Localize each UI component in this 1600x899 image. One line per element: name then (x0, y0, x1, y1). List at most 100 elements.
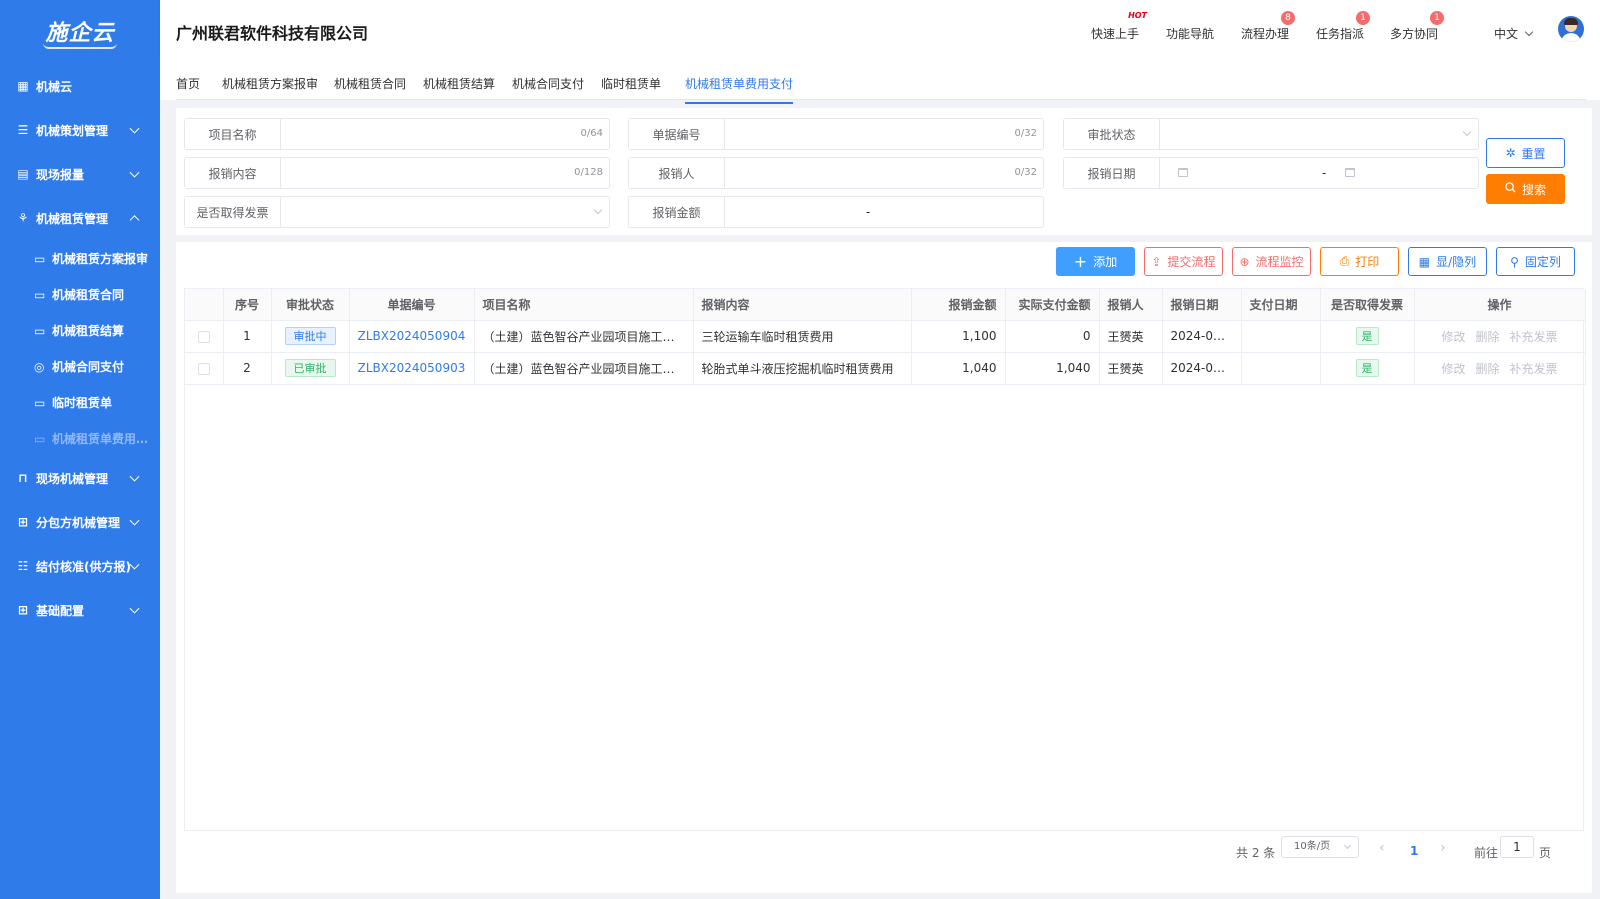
amount-cell: 1,040 (911, 352, 1006, 385)
invoice-badge: 是 (1355, 359, 1379, 377)
approval-status-label: 审批状态 (1064, 119, 1160, 149)
tab-temp-rental[interactable]: 临时租赁单 (601, 75, 661, 92)
logo[interactable]: 施企云 (0, 0, 160, 64)
doc-search-icon: ▭ (34, 432, 46, 446)
invoice-select[interactable] (281, 197, 609, 227)
fix-columns-button[interactable]: ⚲ 固定列 (1496, 247, 1575, 276)
delete-action[interactable]: 删除 (1475, 362, 1499, 376)
edit-action[interactable]: 修改 (1441, 330, 1465, 344)
sidebar-subitem-label: 机械合同支付 (52, 359, 125, 374)
add-invoice-action[interactable]: 补充发票 (1510, 362, 1558, 376)
add-invoice-action[interactable]: 补充发票 (1510, 330, 1558, 344)
project-name-label: 项目名称 (185, 119, 281, 149)
reimburser-input[interactable]: 0/32 (725, 158, 1043, 188)
header-project: 项目名称 (474, 289, 694, 321)
table-row: 1 审批中 ZLBX2024050904 （土建）蓝色智谷产业园项目施工总承包工… (185, 320, 1586, 353)
tab-rental-fee-payment[interactable]: 机械租赁单费用支付 (685, 75, 794, 104)
sidebar-subitem[interactable]: ▭ 临时租赁单 (0, 384, 160, 420)
nav-task-assign-label: 任务指派 (1316, 27, 1365, 41)
reset-label: 重置 (1521, 146, 1546, 161)
sidebar-item[interactable]: ▦ 机械云 (0, 64, 160, 108)
header-pay-date: 支付日期 (1241, 289, 1321, 321)
doc-no-field: 单据编号 0/32 (628, 118, 1044, 150)
actions-cell: 修改 删除 补充发票 (1414, 320, 1586, 353)
nav-quick-start[interactable]: 快速上手 HOT (1091, 11, 1147, 42)
sidebar-item[interactable]: ☷ 结付核准(供方报) (0, 544, 160, 588)
page-number[interactable]: 1 (1410, 844, 1418, 858)
doc-no-link[interactable]: ZLBX2024050904 (358, 329, 466, 343)
sidebar-item[interactable]: ⊞ 基础配置 (0, 588, 160, 632)
header-actions: 操作 (1414, 289, 1586, 321)
print-button[interactable]: ⎙ 打印 (1320, 247, 1399, 276)
delete-action[interactable]: 删除 (1475, 330, 1499, 344)
monitor-label: 流程监控 (1255, 255, 1304, 269)
task-badge: 1 (1356, 11, 1371, 25)
sidebar-item[interactable]: ⊞ 分包方机械管理 (0, 500, 160, 544)
language-select[interactable]: 中文 (1494, 25, 1534, 42)
next-page-button[interactable]: › (1440, 840, 1446, 856)
nav-task-assign[interactable]: 任务指派 1 (1316, 11, 1371, 42)
toggle-columns-button[interactable]: ▦ 显/隐列 (1408, 247, 1487, 276)
row-checkbox[interactable] (197, 330, 210, 343)
sidebar-item[interactable]: ▤ 现场报量 (0, 152, 160, 196)
date-cell: 2024-05-22 (1162, 352, 1242, 385)
prev-page-button[interactable]: ‹ (1379, 840, 1385, 856)
content-input[interactable]: 0/128 (281, 158, 609, 188)
date-range-picker[interactable]: - (1160, 158, 1478, 188)
sidebar-item[interactable]: ⊓ 现场机械管理 (0, 456, 160, 500)
card-icon: ▭ (34, 396, 46, 410)
data-table: 序号 审批状态 单据编号 项目名称 报销内容 报销金额 实际支付金额 报销人 报… (184, 288, 1586, 831)
goto-page-input[interactable]: 1 (1500, 836, 1534, 858)
nav-function-guide-label: 功能导航 (1166, 27, 1215, 41)
nav-process[interactable]: 流程办理 8 (1241, 11, 1296, 42)
page-size-select[interactable]: 10条/页 (1281, 836, 1359, 858)
chevron-down-icon (129, 123, 140, 134)
project-name-input[interactable]: 0/64 (281, 119, 609, 149)
project-name-count: 0/64 (580, 128, 603, 139)
sidebar-subitem[interactable]: ▭ 机械租赁单费用支付 (0, 420, 160, 456)
sidebar-subitem[interactable]: ▭ 机械租赁结算 (0, 312, 160, 348)
process-monitor-button[interactable]: ⊕ 流程监控 (1232, 247, 1311, 276)
doc-no-input[interactable]: 0/32 (725, 119, 1043, 149)
add-button[interactable]: + 添加 (1056, 247, 1135, 276)
status-badge: 已审批 (284, 359, 336, 377)
tab-rental-settlement[interactable]: 机械租赁结算 (423, 75, 495, 92)
sidebar-subitem-label: 临时租赁单 (52, 395, 113, 410)
tab-contract-payment[interactable]: 机械合同支付 (512, 75, 584, 92)
nav-quick-start-label: 快速上手 (1091, 27, 1140, 41)
edit-action[interactable]: 修改 (1441, 362, 1465, 376)
sidebar-subitem[interactable]: ▭ 机械租赁合同 (0, 276, 160, 312)
doc-no-link[interactable]: ZLBX2024050903 (358, 361, 466, 375)
machine-icon: ⊞ (17, 515, 29, 529)
project-cell: （土建）蓝色智谷产业园项目施工总承包工程 (474, 352, 694, 385)
submit-process-button[interactable]: ⇪ 提交流程 (1144, 247, 1223, 276)
person-cell: 王赟英 (1099, 320, 1163, 353)
tab-rental-plan[interactable]: 机械租赁方案报审 (222, 75, 318, 92)
sidebar-item[interactable]: ⚘ 机械租赁管理 (0, 196, 160, 240)
submit-label: 提交流程 (1167, 255, 1216, 269)
header-index: 序号 (223, 289, 272, 321)
date-field: 报销日期 - (1063, 157, 1479, 189)
pay-date-cell (1241, 352, 1321, 385)
nav-function-guide[interactable]: 功能导航 (1166, 25, 1214, 42)
amount-range-input[interactable]: - (725, 197, 1043, 227)
sidebar-subitem[interactable]: ▭ 机械租赁方案报审 (0, 240, 160, 276)
approval-status-select[interactable] (1160, 119, 1478, 149)
org-chart-icon: ⚘ (17, 211, 29, 225)
tab-rental-contract[interactable]: 机械租赁合同 (334, 75, 406, 92)
reset-button[interactable]: ✲ 重置 (1486, 138, 1565, 168)
goto-label: 前往 (1474, 846, 1499, 860)
calendar-icon (1345, 168, 1355, 177)
sidebar-item-label: 机械策划管理 (36, 123, 109, 138)
search-icon (1505, 182, 1516, 196)
sidebar-item[interactable]: ☰ 机械策划管理 (0, 108, 160, 152)
sidebar-subitem[interactable]: ◎ 机械合同支付 (0, 348, 160, 384)
avatar[interactable] (1558, 16, 1584, 42)
search-button[interactable]: 搜索 (1486, 174, 1565, 204)
date-cell: 2024-05-22 (1162, 320, 1242, 353)
page-unit: 页 (1539, 846, 1552, 860)
nav-collaboration[interactable]: 多方协同 1 (1390, 11, 1445, 42)
tab-home[interactable]: 首页 (176, 75, 200, 92)
upload-icon: ⇪ (1151, 254, 1162, 269)
row-checkbox[interactable] (197, 362, 210, 375)
